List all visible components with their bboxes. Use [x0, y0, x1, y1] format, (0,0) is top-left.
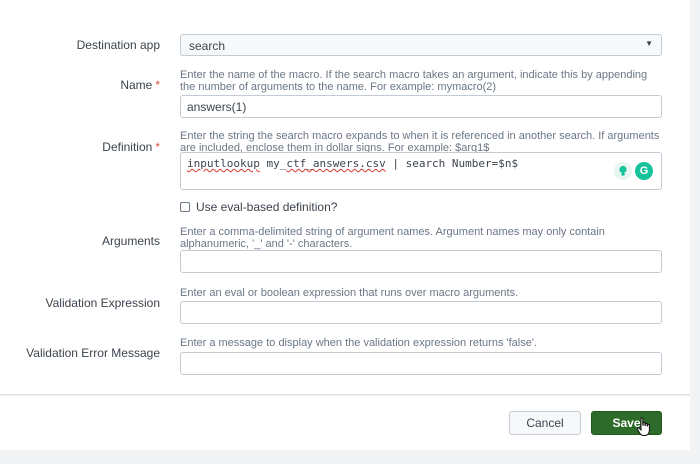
destination-app-label: Destination app	[76, 38, 160, 52]
name-input[interactable]	[180, 95, 662, 118]
validation-error-input[interactable]	[180, 352, 662, 375]
grammarly-logo-icon[interactable]: G	[635, 162, 653, 180]
validation-expression-label: Validation Expression	[45, 296, 160, 310]
validation-expression-help: Enter an eval or boolean expression that…	[180, 287, 519, 299]
grammarly-bulb-icon[interactable]	[614, 162, 632, 180]
name-label: Name *	[120, 78, 160, 92]
eval-checkbox[interactable]	[180, 202, 190, 212]
grammarly-widget[interactable]: G	[614, 162, 653, 180]
name-help: Enter the name of the macro. If the sear…	[180, 69, 648, 93]
definition-textarea[interactable]: inputlookup my_ctf_answers.csv | search …	[180, 152, 662, 190]
arguments-help: Enter a comma-delimited string of argume…	[180, 226, 605, 250]
caret-down-icon: ▼	[645, 39, 653, 48]
arguments-input[interactable]	[180, 250, 662, 273]
destination-app-value: search	[189, 39, 226, 53]
definition-label: Definition *	[102, 140, 160, 154]
destination-app-select[interactable]: search ▼	[180, 34, 662, 56]
validation-error-label: Validation Error Message	[26, 346, 160, 360]
validation-error-help: Enter a message to display when the vali…	[180, 337, 538, 349]
macro-form-panel: Destination app search ▼ Name * Enter the…	[0, 0, 690, 395]
validation-expression-input[interactable]	[180, 301, 662, 324]
hand-cursor-icon	[636, 417, 650, 436]
required-mark: *	[155, 78, 160, 92]
definition-help: Enter the string the search macro expand…	[180, 130, 660, 154]
required-mark: *	[155, 140, 160, 154]
cancel-button[interactable]: Cancel	[509, 411, 581, 435]
eval-checkbox-label: Use eval-based definition?	[196, 200, 338, 214]
form-footer	[0, 396, 690, 450]
eval-checkbox-row[interactable]: Use eval-based definition?	[180, 200, 337, 214]
arguments-label: Arguments	[101, 234, 160, 248]
